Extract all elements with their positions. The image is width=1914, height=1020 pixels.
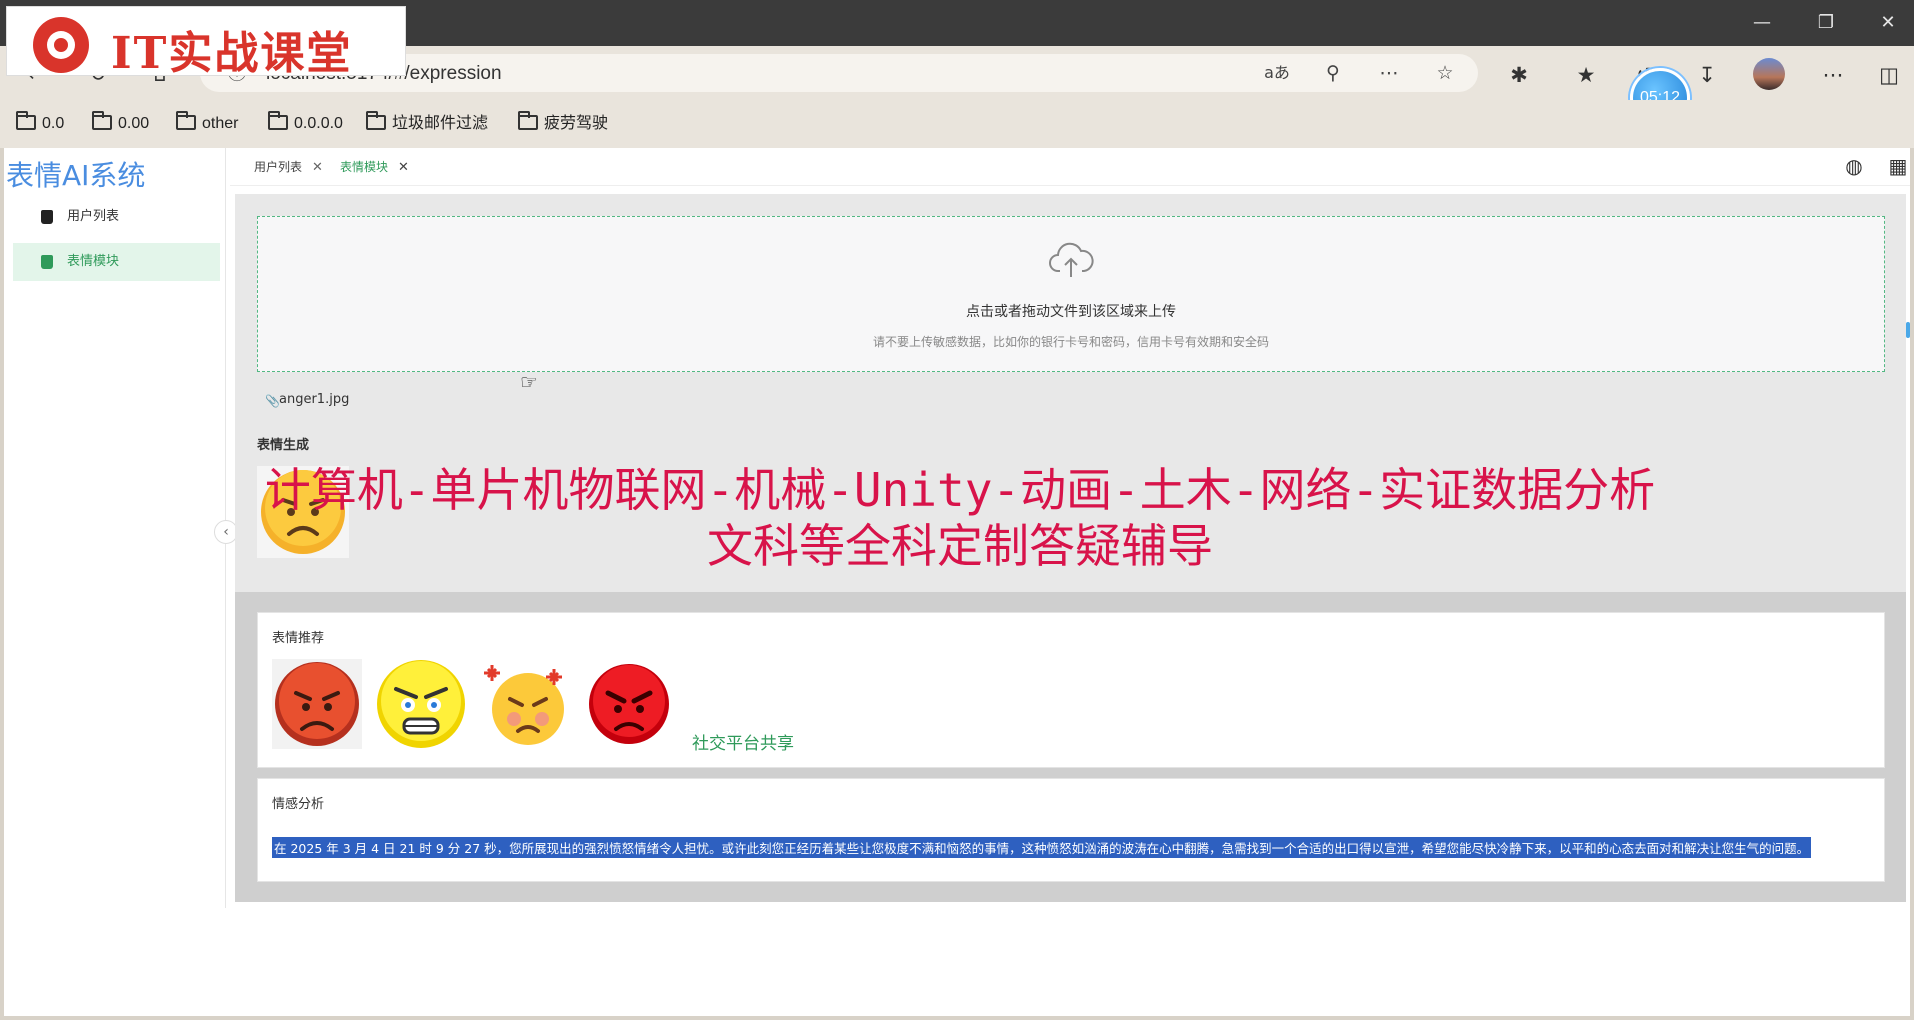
menu-dots-icon[interactable]: ⋯ [1818,60,1848,90]
upload-cloud-icon [1049,242,1094,277]
download-icon[interactable]: ↧ [1692,60,1722,90]
folder-icon [366,111,386,130]
paperclip-icon: 📎 [265,394,280,408]
logo-icon [33,17,89,73]
tab-expression[interactable]: 表情模块 ✕ [340,148,409,186]
close-window-button[interactable]: ✕ [1868,10,1908,36]
close-tab-icon[interactable]: ✕ [312,160,323,175]
bookmark-folder[interactable]: 0.00 [92,111,149,136]
app-root: 表情AI系统 用户列表 表情模块 ‹ 用户列表 ✕ 表情模块 ✕ ◍ ▦ 点击或者拖… [4,148,1910,1016]
dropzone-title: 点击或者拖动文件到该区域来上传 [966,304,1176,320]
analysis-text[interactable]: 在 2025 年 3 月 4 日 21 时 9 分 27 秒，您所展现出的强烈愤… [272,837,1812,858]
bookmark-folder[interactable]: 0.0 [16,111,64,136]
recommend-title: 表情推荐 [272,631,325,646]
bookmark-folder[interactable]: 0.0.0.0 [268,111,343,136]
minimize-button[interactable]: — [1742,10,1782,36]
folder-icon [518,111,538,130]
favorites-icon[interactable]: ★ [1571,60,1601,90]
cup-icon [41,255,53,269]
watermark-banner: 计算机-单片机物联网-机械-Unity-动画-土木-网络-实证数据分析 文科等全… [264,463,1656,573]
sidebar-toggle-icon[interactable]: ◫ [1874,60,1904,90]
theme-icon[interactable]: ◍ [1842,154,1866,178]
fuming-face-icon[interactable] [480,659,570,749]
bookmarks-bar: 0.0 0.00 other 0.0.0.0 垃圾邮件过滤 疲劳驾驶 [0,100,1914,148]
bookmark-folder[interactable]: other [176,111,238,136]
apps-grid-icon[interactable]: ▦ [1886,154,1910,178]
share-social-link[interactable]: 社交平台共享 [692,729,794,754]
extensions-icon[interactable]: ✱ [1504,60,1534,90]
uploaded-file-name[interactable]: anger1.jpg [279,392,349,407]
favorite-star-icon[interactable]: ☆ [1432,60,1458,86]
upload-dropzone[interactable]: 点击或者拖动文件到该区域来上传 请不要上传敏感数据，比如你的银行卡号和密码，信用… [257,216,1885,372]
tab-bar: 用户列表 ✕ 表情模块 ✕ ◍ ▦ [230,148,1910,186]
recommend-card: 表情推荐 社交平台共享 [257,612,1885,768]
more-tools-icon[interactable]: ⋯ [1376,60,1402,86]
folder-icon [176,111,196,130]
read-aloud-icon[interactable]: aあ [1264,60,1290,86]
analysis-title: 情感分析 [272,797,325,812]
analysis-card: 情感分析 在 2025 年 3 月 4 日 21 时 9 分 27 秒，您所展现… [257,778,1885,882]
generation-title: 表情生成 [257,438,310,453]
logo-text: IT实战课堂 [111,28,353,79]
bookmark-folder[interactable]: 疲劳驾驶 [518,111,608,136]
profile-avatar[interactable] [1753,58,1785,90]
cup-icon [41,210,53,224]
mouse-pointer-icon: ☞ [520,370,538,394]
zoom-out-icon[interactable]: ⚲ [1320,60,1346,86]
red-angry-face-icon[interactable] [272,659,362,749]
folder-icon [268,111,288,130]
restore-button[interactable]: ❐ [1806,10,1846,36]
scrollbar-thumb[interactable] [1906,322,1910,338]
close-tab-icon[interactable]: ✕ [398,160,409,175]
system-title: 表情AI系统 [6,159,146,192]
dropzone-hint: 请不要上传敏感数据，比如你的银行卡号和密码，信用卡号有效期和安全码 [872,335,1269,349]
red-angry-face-2-icon[interactable] [584,659,674,749]
folder-icon [92,111,112,130]
tab-user-list[interactable]: 用户列表 ✕ [254,148,323,186]
sidebar-item-user-list[interactable]: 用户列表 [13,198,220,236]
watermark-logo: IT实战课堂 [6,6,406,79]
folder-icon [16,111,36,130]
sidebar-item-expression[interactable]: 表情模块 [13,243,220,281]
bookmark-folder[interactable]: 垃圾邮件过滤 [366,111,488,136]
yellow-angry-face-icon[interactable] [376,659,466,749]
